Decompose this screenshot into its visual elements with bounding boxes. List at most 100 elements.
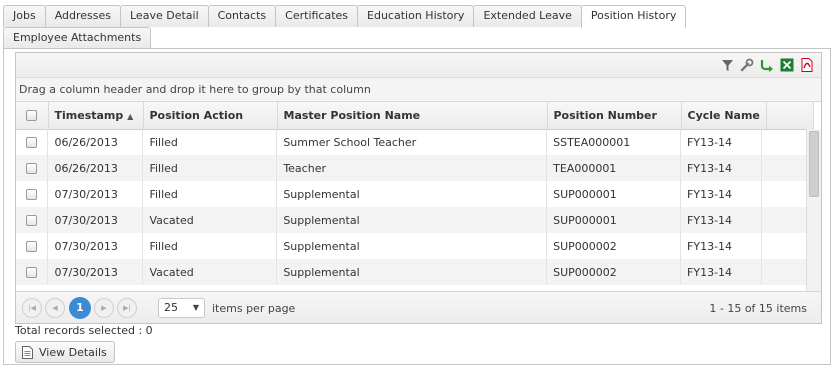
select-all-header	[16, 102, 49, 130]
column-header-spacer	[766, 102, 814, 130]
table-cell: Supplemental	[276, 259, 548, 285]
table-cell: SUP000002	[546, 233, 682, 259]
tab-education-history[interactable]: Education History	[357, 5, 475, 27]
table-row[interactable]: 06/26/2013 Filled Teacher TEA000001 FY13-14	[16, 155, 807, 181]
sort-asc-icon: ▲	[127, 111, 134, 121]
table-cell-spacer	[761, 181, 807, 207]
vertical-scrollbar[interactable]	[806, 129, 821, 291]
page-size-value: 25	[164, 301, 178, 314]
page-number-current[interactable]: 1	[69, 297, 91, 319]
view-details-label: View Details	[39, 345, 107, 359]
table-cell: SUP000002	[546, 259, 682, 285]
tab-position-history[interactable]: Position History	[580, 5, 687, 28]
row-checkbox[interactable]	[26, 215, 38, 226]
tab-panel: Drag a column header and drop it here to…	[3, 48, 831, 365]
tab-employee-attachments[interactable]: Employee Attachments	[3, 27, 152, 49]
grid-toolbar	[16, 53, 821, 78]
table-cell: 07/30/2013	[47, 259, 144, 285]
chevron-down-icon: ▼	[192, 303, 199, 312]
table-cell: TEA000001	[546, 155, 682, 181]
table-cell: FY13-14	[680, 259, 762, 285]
table-cell: Supplemental	[276, 207, 548, 233]
tab-leave-detail[interactable]: Leave Detail	[120, 5, 209, 27]
row-select-cell	[16, 259, 49, 285]
column-header-position-action[interactable]: Position Action	[143, 102, 278, 130]
export-icon[interactable]	[759, 57, 775, 73]
position-history-grid: Drag a column header and drop it here to…	[15, 52, 822, 324]
table-cell: Filled	[142, 233, 278, 259]
tab-certificates[interactable]: Certificates	[275, 5, 359, 27]
table-cell: Filled	[142, 181, 278, 207]
row-select-cell	[16, 207, 49, 233]
scrollbar-thumb[interactable]	[809, 131, 819, 197]
table-row[interactable]: 06/26/2013 Filled Summer School Teacher SST…	[16, 129, 807, 155]
table-cell: Filled	[142, 129, 278, 155]
row-select-cell	[16, 155, 49, 181]
table-cell: Teacher	[276, 155, 548, 181]
pager-range-info: 1 - 15 of 15 items	[709, 302, 807, 315]
excel-icon[interactable]	[779, 57, 795, 73]
table-cell: SUP000001	[546, 181, 682, 207]
row-checkbox[interactable]	[26, 241, 38, 252]
table-cell: Filled	[142, 155, 278, 181]
tab-jobs[interactable]: Jobs	[3, 5, 46, 27]
table-cell: FY13-14	[680, 207, 762, 233]
table-cell: 06/26/2013	[47, 129, 144, 155]
pdf-icon[interactable]	[799, 57, 815, 73]
table-cell-spacer	[761, 129, 807, 155]
group-drop-area[interactable]: Drag a column header and drop it here to…	[16, 78, 821, 102]
table-cell: FY13-14	[680, 181, 762, 207]
table-cell-spacer	[761, 155, 807, 181]
table-row[interactable]: 07/30/2013 Vacated Supplemental SUP000001 FY…	[16, 207, 807, 233]
column-header-position-number[interactable]: Position Number	[547, 102, 682, 130]
filter-icon[interactable]	[719, 57, 735, 73]
table-cell: Supplemental	[276, 181, 548, 207]
table-row[interactable]: 07/30/2013 Vacated Supplemental SUP000002 FY…	[16, 259, 807, 285]
row-checkbox[interactable]	[26, 137, 38, 148]
column-header-cycle-name[interactable]: Cycle Name	[681, 102, 767, 130]
grid-rows: 06/26/2013 Filled Summer School Teacher SST…	[16, 129, 807, 285]
last-page-icon[interactable]: ▶|	[117, 298, 137, 318]
row-select-cell	[16, 129, 49, 155]
prev-page-icon[interactable]: ◀	[45, 298, 65, 318]
select-all-checkbox[interactable]	[26, 110, 38, 122]
tab-strip-row-2: Employee Attachments	[3, 27, 152, 49]
page-size-select[interactable]: 25 ▼	[158, 298, 205, 318]
row-select-cell	[16, 233, 49, 259]
tab-extended-leave[interactable]: Extended Leave	[473, 5, 582, 27]
table-cell: 07/30/2013	[47, 233, 144, 259]
total-selected-text: Total records selected : 0	[15, 324, 153, 337]
table-cell: SSTEA000001	[546, 129, 682, 155]
table-cell: Vacated	[142, 207, 278, 233]
table-cell: Summer School Teacher	[276, 129, 548, 155]
items-per-page-label: items per page	[212, 302, 296, 315]
table-cell: Vacated	[142, 259, 278, 285]
grid-pager: |◀ ◀ 1 ▶ ▶| 25 ▼ items per page 1 - 15 o…	[16, 291, 821, 323]
table-row[interactable]: 07/30/2013 Filled Supplemental SUP000002 FY1…	[16, 233, 807, 259]
row-checkbox[interactable]	[26, 189, 38, 200]
row-checkbox[interactable]	[26, 267, 38, 278]
tab-addresses[interactable]: Addresses	[44, 5, 121, 27]
table-cell: 07/30/2013	[47, 207, 144, 233]
row-checkbox[interactable]	[26, 163, 38, 174]
table-cell: 07/30/2013	[47, 181, 144, 207]
wrench-icon[interactable]	[739, 57, 755, 73]
table-cell: FY13-14	[680, 129, 762, 155]
view-details-button[interactable]: View Details	[15, 341, 115, 363]
table-cell-spacer	[761, 207, 807, 233]
table-cell: FY13-14	[680, 233, 762, 259]
table-row[interactable]: 07/30/2013 Filled Supplemental SUP000001 FY1…	[16, 181, 807, 207]
next-page-icon[interactable]: ▶	[94, 298, 114, 318]
table-cell: SUP000001	[546, 207, 682, 233]
column-header-timestamp[interactable]: Timestamp ▲	[48, 102, 144, 130]
document-icon	[22, 345, 33, 359]
tab-strip-row-1: Jobs Addresses Leave Detail Contacts Cer…	[3, 5, 687, 28]
table-cell: Supplemental	[276, 233, 548, 259]
tab-contacts[interactable]: Contacts	[207, 5, 277, 27]
grid-header: Timestamp ▲ Position Action Master Posit…	[16, 102, 814, 130]
column-header-master-position-name[interactable]: Master Position Name	[277, 102, 548, 130]
first-page-icon[interactable]: |◀	[22, 298, 42, 318]
table-cell: FY13-14	[680, 155, 762, 181]
table-cell: 06/26/2013	[47, 155, 144, 181]
table-cell-spacer	[761, 233, 807, 259]
